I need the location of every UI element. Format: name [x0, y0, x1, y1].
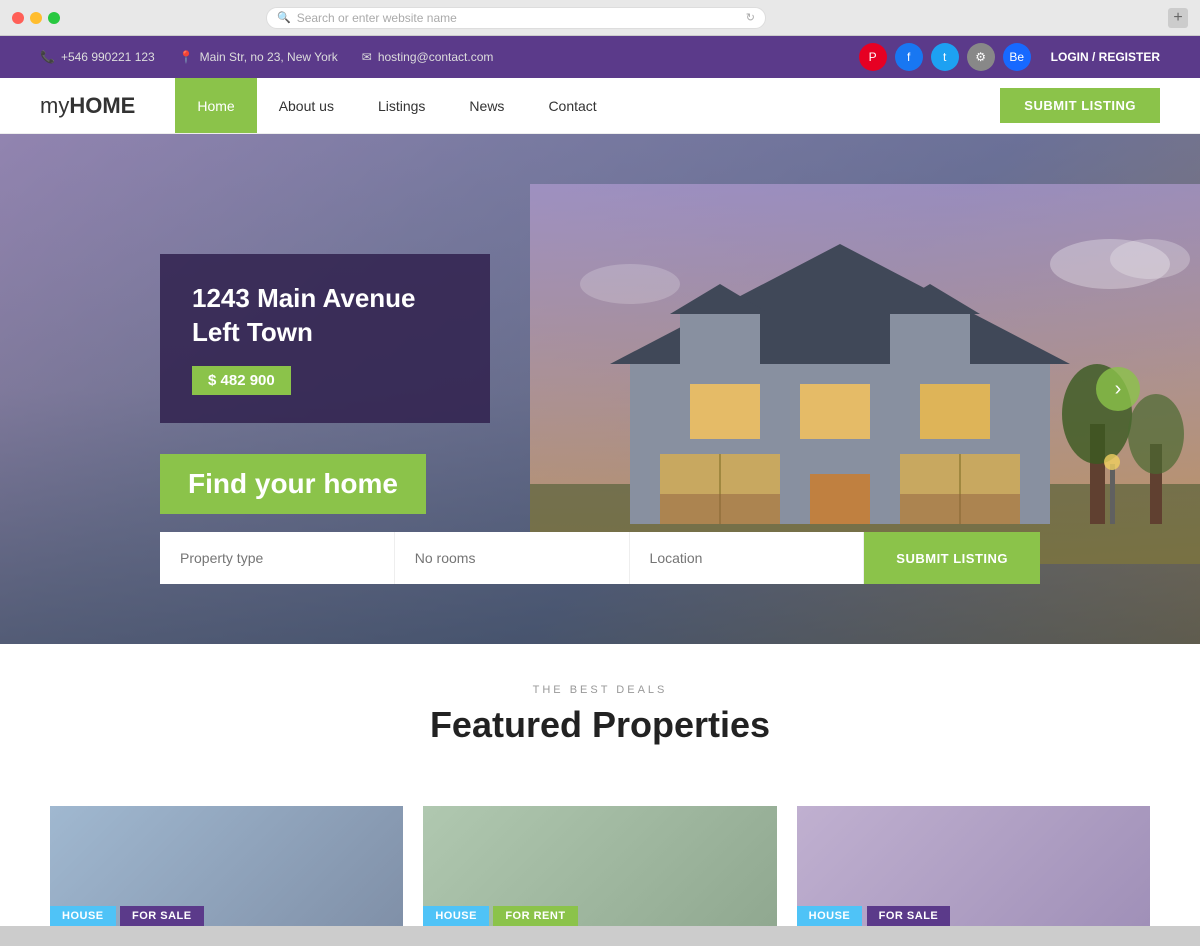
- property-card-1-image: HOUSE FOR SALE: [50, 806, 403, 926]
- phone-number: +546 990221 123: [61, 50, 155, 64]
- badge-house-2: HOUSE: [423, 906, 489, 926]
- email-text: hosting@contact.com: [378, 50, 494, 64]
- property-card-3-image: HOUSE FOR SALE: [797, 806, 1150, 926]
- top-bar-left: 📞 +546 990221 123 📍 Main Str, no 23, New…: [40, 50, 493, 64]
- property-price: $ 482 900: [192, 366, 291, 395]
- badge-rent-2: FOR RENT: [493, 906, 577, 926]
- behance-button[interactable]: Be: [1003, 43, 1031, 71]
- dot-red[interactable]: [12, 12, 24, 24]
- house-illustration: [530, 184, 1200, 564]
- property-cards-row: HOUSE FOR SALE HOUSE FOR RENT HOUSE FOR …: [0, 806, 1200, 926]
- badge-sale-1: FOR SALE: [120, 906, 204, 926]
- property-title: 1243 Main Avenue Left Town: [192, 282, 458, 350]
- dot-yellow[interactable]: [30, 12, 42, 24]
- email-item: ✉ hosting@contact.com: [362, 50, 494, 64]
- hero-section: 1243 Main Avenue Left Town $ 482 900 Fin…: [0, 134, 1200, 644]
- location-icon: 📍: [179, 50, 194, 64]
- browser-chrome: 🔍 Search or enter website name ↻ +: [0, 0, 1200, 36]
- login-register-link[interactable]: LOGIN / REGISTER: [1051, 50, 1160, 64]
- search-bar: SUBMIT LISTING: [160, 532, 1040, 584]
- twitter-button[interactable]: t: [931, 43, 959, 71]
- logo-prefix: my: [40, 93, 69, 118]
- top-bar-right: P f t ⚙ Be LOGIN / REGISTER: [859, 43, 1160, 71]
- featured-section: THE BEST DEALS Featured Properties: [0, 644, 1200, 806]
- settings-button[interactable]: ⚙: [967, 43, 995, 71]
- nav-news[interactable]: News: [447, 78, 526, 133]
- nav-home[interactable]: Home: [175, 78, 256, 133]
- facebook-button[interactable]: f: [895, 43, 923, 71]
- carousel-next-button[interactable]: ›: [1096, 367, 1140, 411]
- property-card-3[interactable]: HOUSE FOR SALE: [797, 806, 1150, 926]
- main-nav: myHOME Home About us Listings News Conta…: [0, 78, 1200, 134]
- find-home-text: Find your home: [188, 468, 398, 499]
- property-card-1[interactable]: HOUSE FOR SALE: [50, 806, 403, 926]
- featured-subtitle: THE BEST DEALS: [40, 684, 1160, 696]
- location-input[interactable]: [630, 532, 865, 584]
- submit-listing-nav-button[interactable]: SUBMIT LISTING: [1000, 88, 1160, 123]
- featured-title: Featured Properties: [40, 704, 1160, 746]
- search-submit-button[interactable]: SUBMIT LISTING: [864, 532, 1040, 584]
- email-icon: ✉: [362, 50, 372, 64]
- nav-contact[interactable]: Contact: [526, 78, 618, 133]
- browser-dots: [12, 12, 60, 24]
- phone-icon: 📞: [40, 50, 55, 64]
- find-home-banner: Find your home: [160, 454, 426, 514]
- badge-sale-3: FOR SALE: [867, 906, 951, 926]
- dot-green[interactable]: [48, 12, 60, 24]
- badge-house-1: HOUSE: [50, 906, 116, 926]
- property-card: 1243 Main Avenue Left Town $ 482 900: [160, 254, 490, 423]
- address-text: Search or enter website name: [297, 11, 457, 25]
- phone-item: 📞 +546 990221 123: [40, 50, 155, 64]
- badge-house-3: HOUSE: [797, 906, 863, 926]
- address-item: 📍 Main Str, no 23, New York: [179, 50, 338, 64]
- property-card-2-image: HOUSE FOR RENT: [423, 806, 776, 926]
- nav-right: SUBMIT LISTING: [1000, 88, 1160, 123]
- nav-about[interactable]: About us: [257, 78, 356, 133]
- logo: myHOME: [40, 93, 135, 119]
- property-card-2[interactable]: HOUSE FOR RENT: [423, 806, 776, 926]
- new-tab-button[interactable]: +: [1168, 8, 1188, 28]
- property-type-input[interactable]: [160, 532, 395, 584]
- nav-listings[interactable]: Listings: [356, 78, 447, 133]
- pinterest-button[interactable]: P: [859, 43, 887, 71]
- logo-suffix: HOME: [69, 93, 135, 118]
- browser-address[interactable]: 🔍 Search or enter website name ↻: [266, 7, 766, 29]
- no-rooms-input[interactable]: [395, 532, 630, 584]
- address-text: Main Str, no 23, New York: [200, 50, 338, 64]
- nav-links: Home About us Listings News Contact: [175, 78, 618, 133]
- top-bar: 📞 +546 990221 123 📍 Main Str, no 23, New…: [0, 36, 1200, 78]
